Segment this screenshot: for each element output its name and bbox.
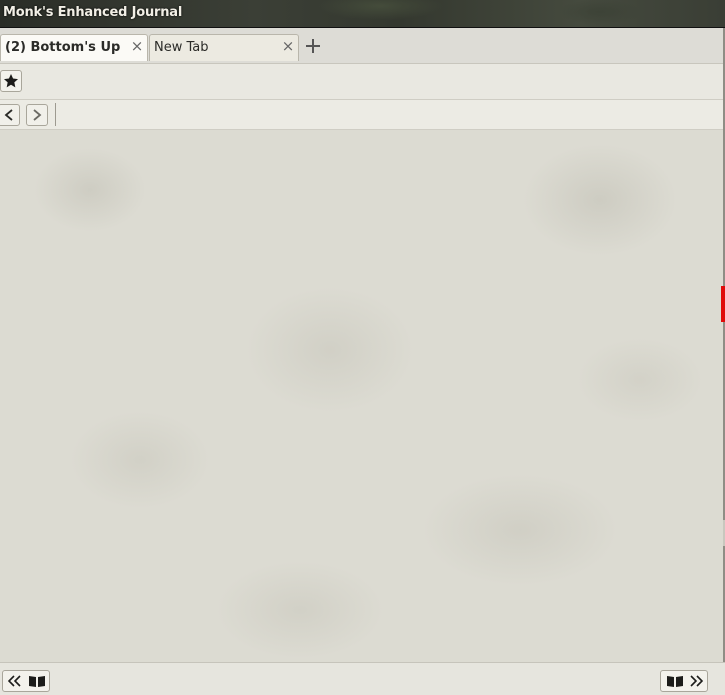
- previous-page-button[interactable]: [2, 670, 50, 692]
- tab-label: New Tab: [154, 40, 209, 55]
- nav-bar: [0, 100, 723, 130]
- chevron-left-icon: [4, 109, 13, 121]
- close-icon[interactable]: ×: [281, 38, 295, 54]
- journal-page-content[interactable]: [0, 130, 723, 662]
- tab-bar: (2) Bottom's Up × New Tab ×: [0, 28, 723, 64]
- forward-button[interactable]: [26, 104, 48, 126]
- add-tab-button[interactable]: [303, 36, 323, 56]
- window-header[interactable]: Monk's Enhanced Journal: [0, 0, 725, 28]
- plus-icon: [306, 39, 320, 53]
- book-open-icon: [29, 676, 45, 687]
- scroll-marker[interactable]: [721, 286, 725, 322]
- bookmark-bar: [0, 64, 723, 100]
- footer-bar: [0, 662, 725, 695]
- tab-bottoms-up[interactable]: (2) Bottom's Up ×: [0, 34, 148, 61]
- chevron-right-icon: [33, 109, 42, 121]
- journal-window: Monk's Enhanced Journal (2) Bottom's Up …: [0, 0, 725, 695]
- window-title: Monk's Enhanced Journal: [3, 5, 183, 20]
- back-button[interactable]: [0, 104, 20, 126]
- tab-label: (2) Bottom's Up: [5, 40, 121, 55]
- tab-new-tab[interactable]: New Tab ×: [149, 34, 299, 61]
- double-chevron-left-icon: [8, 675, 21, 687]
- double-chevron-right-icon: [690, 675, 703, 687]
- add-bookmark-button[interactable]: [0, 70, 22, 92]
- nav-divider: [55, 103, 56, 126]
- book-open-icon: [667, 676, 683, 687]
- star-icon: [4, 74, 18, 88]
- close-icon[interactable]: ×: [130, 38, 144, 54]
- next-page-button[interactable]: [660, 670, 708, 692]
